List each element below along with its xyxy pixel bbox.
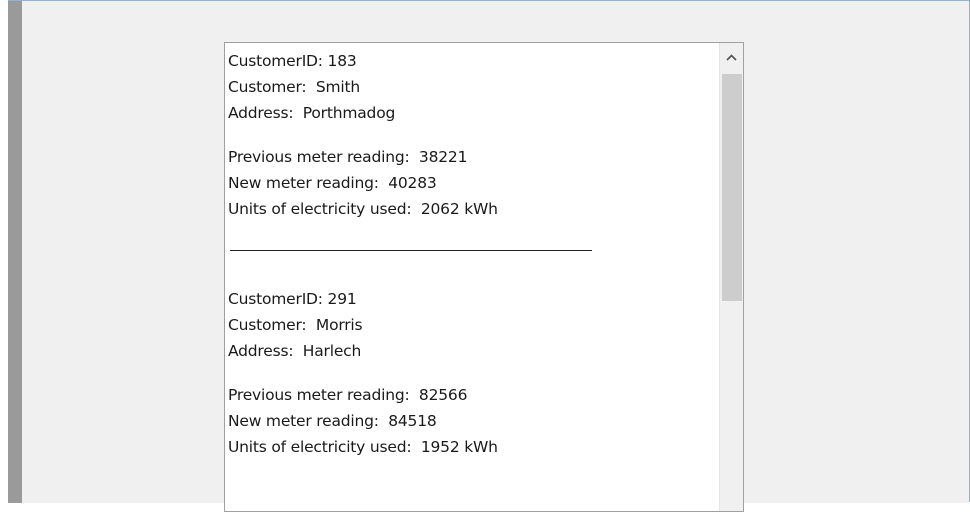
new-reading-line: New meter reading: 40283 <box>228 174 437 192</box>
customer-id-line: CustomerID: 183 <box>228 52 357 70</box>
customer-record: CustomerID: 291 Customer: Morris Address… <box>228 286 708 460</box>
record-separator-line <box>230 250 592 251</box>
listbox-content: CustomerID: 183 Customer: Smith Address:… <box>228 48 708 460</box>
customer-id-line: CustomerID: 291 <box>228 290 357 308</box>
scroll-thumb[interactable] <box>722 74 742 301</box>
customer-name-line: Customer: Smith <box>228 78 361 96</box>
units-used-line: Units of electricity used: 1952 kWh <box>228 438 498 456</box>
units-used-line: Units of electricity used: 2062 kWh <box>228 200 498 218</box>
vertical-scrollbar[interactable] <box>719 43 743 511</box>
form-window: CustomerID: 183 Customer: Smith Address:… <box>8 1 969 512</box>
scroll-up-button[interactable] <box>720 43 743 72</box>
chevron-up-icon <box>726 54 737 61</box>
previous-reading-line: Previous meter reading: 82566 <box>228 386 468 404</box>
customer-record: CustomerID: 183 Customer: Smith Address:… <box>228 48 708 222</box>
customer-address-line: Address: Porthmadog <box>228 104 396 122</box>
customer-address-line: Address: Harlech <box>228 342 362 360</box>
customer-name-line: Customer: Morris <box>228 316 363 334</box>
record-separator-row <box>228 222 708 277</box>
new-reading-line: New meter reading: 84518 <box>228 412 437 430</box>
previous-reading-line: Previous meter reading: 38221 <box>228 148 468 166</box>
customer-readings-listbox[interactable]: CustomerID: 183 Customer: Smith Address:… <box>224 42 744 512</box>
window-frame: CustomerID: 183 Customer: Smith Address:… <box>8 0 970 512</box>
